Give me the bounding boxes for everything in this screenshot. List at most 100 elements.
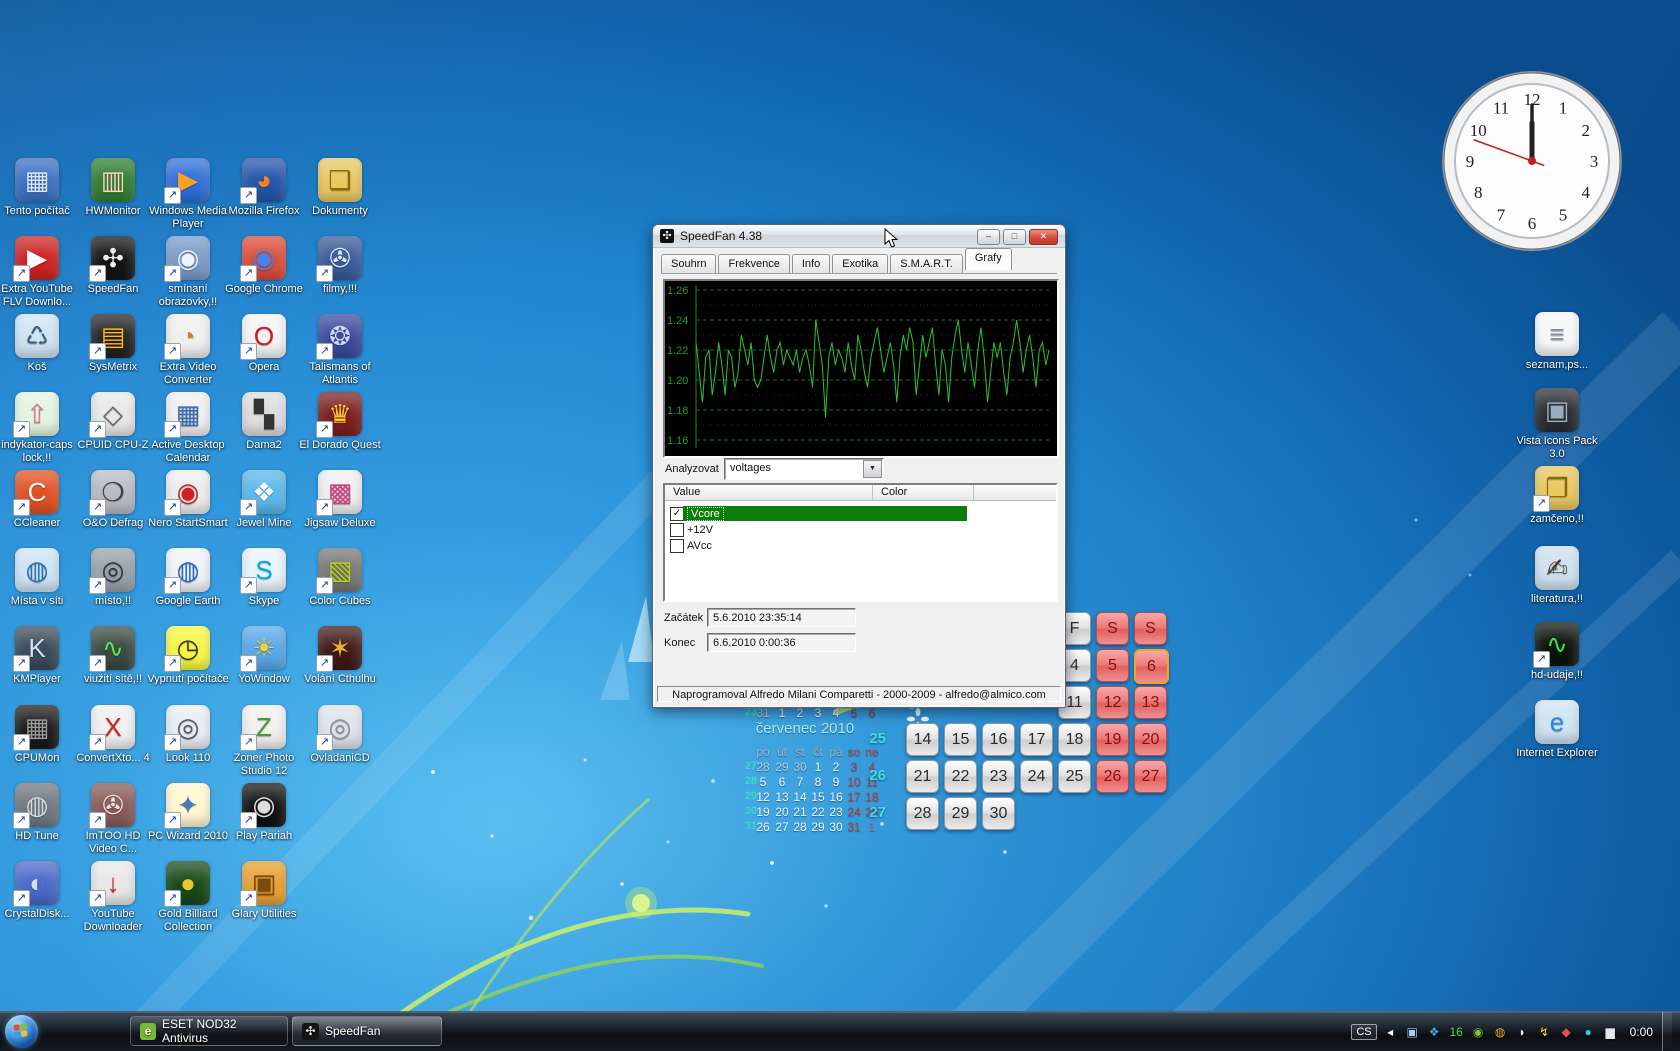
desktop-icon-look-110[interactable]: ◎↗Look 110 — [146, 705, 230, 765]
calendar-day-16[interactable]: 16 — [982, 723, 1015, 756]
desktop-icon-seznam-ps[interactable]: ≡seznam,ps... — [1515, 312, 1599, 372]
calendar-day-13[interactable]: 13 — [1134, 686, 1167, 719]
device-tray-icon[interactable]: ❖ — [1426, 1023, 1443, 1040]
desktop-icon-filmy[interactable]: ✇↗filmy,!!! — [298, 236, 382, 296]
desktop-icon-literatura[interactable]: ✍literatura,!! — [1515, 546, 1599, 606]
taskbar-button-speedfan[interactable]: ✣SpeedFan — [292, 1016, 442, 1046]
desktop-icon-hd-udaje[interactable]: ∿↗hd-udaje,!! — [1515, 622, 1599, 682]
desktop-icon-talismans-of-atlantis[interactable]: ❂↗Talismans of Atlantis — [298, 314, 382, 387]
desktop-icon-opera[interactable]: O↗Opera — [222, 314, 306, 374]
calendar-day-30[interactable]: 30 — [982, 797, 1015, 830]
desktop-icon-windows-media-player[interactable]: ▶↗Windows Media Player — [146, 158, 230, 231]
calendar-day-12[interactable]: 12 — [1096, 686, 1129, 719]
update-tray-icon[interactable]: ◍ — [1492, 1023, 1509, 1040]
tab-s-m-a-r-t[interactable]: S.M.A.R.T. — [890, 254, 963, 273]
desktop-icon-cpumon[interactable]: ▦↗CPUMon — [0, 705, 79, 765]
language-indicator[interactable]: CS — [1351, 1024, 1376, 1040]
desktop-icon-play-pariah[interactable]: ◉↗Play Pariah — [222, 783, 306, 843]
calendar-day-20[interactable]: 20 — [1134, 723, 1167, 756]
messenger-tray-icon[interactable]: ● — [1580, 1023, 1597, 1040]
calendar-day-header-s[interactable]: S — [1134, 612, 1167, 645]
column-header-color[interactable]: Color — [873, 485, 974, 501]
combobox-dropdown-icon[interactable]: ▼ — [863, 460, 882, 478]
desktop-icon-extra-youtube-flv-downlo[interactable]: ▶↗Extra YouTube FLV Downlo... — [0, 236, 79, 309]
desktop-icon-extra-video-converter[interactable]: ◔↗Extra Video Converter — [146, 314, 230, 387]
calendar-day-17[interactable]: 17 — [1020, 723, 1053, 756]
calendar-day-24[interactable]: 24 — [1020, 760, 1053, 793]
desktop-icon-vypnut-po-ta-e[interactable]: ◷↗Vypnutí počítače — [146, 626, 230, 686]
analyze-combobox[interactable]: voltages ▼ — [724, 458, 884, 480]
desktop-icon-m-sto[interactable]: ◎↗místo,!! — [71, 548, 155, 608]
start-button[interactable] — [5, 1015, 38, 1048]
desktop-icon-hd-tune[interactable]: ◍↗HD Tune — [0, 783, 79, 843]
desktop-icon-o-o-defrag[interactable]: ❍↗O&O Defrag — [71, 470, 155, 530]
speedfan-temp-tray[interactable]: 16 — [1448, 1023, 1465, 1040]
calendar-day-23[interactable]: 23 — [982, 760, 1015, 793]
desktop-icon-tento-po-ta[interactable]: ▦Tento počítač — [0, 158, 79, 218]
desktop-icon-convertxto-4[interactable]: X↗ConvertXto... 4 — [71, 705, 155, 765]
desktop-icon-el-dorado-quest[interactable]: ♛↗El Dorado Quest — [298, 392, 382, 452]
checkbox-vcore[interactable]: ✓ — [670, 507, 684, 521]
maximize-button[interactable]: □ — [1003, 229, 1026, 245]
desktop-icon-pc-wizard-2010[interactable]: ✦↗PC Wizard 2010 — [146, 783, 230, 843]
calendar-day-5[interactable]: 5 — [1096, 649, 1129, 682]
security-tray-icon[interactable]: ◆ — [1558, 1023, 1575, 1040]
desktop-icon-dama2[interactable]: ▚Dama2 — [222, 392, 306, 452]
desktop-icon-dokumenty[interactable]: ❏Dokumenty — [298, 158, 382, 218]
desktop-icon-nero-startsmart[interactable]: ◉↗Nero StartSmart — [146, 470, 230, 530]
desktop-icon-jewel-mine[interactable]: ❖↗Jewel Mine — [222, 470, 306, 530]
calendar-day-18[interactable]: 18 — [1058, 723, 1091, 756]
desktop-icon-internet-explorer[interactable]: eInternet Explorer — [1515, 700, 1599, 760]
desktop-icon-yowindow[interactable]: ☀↗YoWindow — [222, 626, 306, 686]
calendar-day-25[interactable]: 25 — [1058, 760, 1091, 793]
desktop-icon-gold-billiard-collection[interactable]: ●↗Gold Billiard Collection — [146, 861, 230, 934]
calendar-day-header-s[interactable]: S — [1096, 612, 1129, 645]
calendar-day-26[interactable]: 26 — [1096, 760, 1129, 793]
desktop-icon-vol-n-cthulhu[interactable]: ✶↗Volání Cthulhu — [298, 626, 382, 686]
power-tray-icon[interactable]: ↯ — [1536, 1023, 1553, 1040]
desktop-icon-ko[interactable]: ♺Koš — [0, 314, 79, 374]
desktop-icon-vista-icons-pack-3-0[interactable]: ▣Vista Icons Pack 3.0 — [1515, 388, 1599, 461]
calendar-day-6[interactable]: 6 — [1134, 649, 1169, 684]
tab-souhrn[interactable]: Souhrn — [661, 254, 716, 273]
desktop-icon-color-cubes[interactable]: ▧↗Color Cubes — [298, 548, 382, 608]
taskbar-clock[interactable]: 0:00 — [1630, 1025, 1653, 1039]
checkbox-avcc[interactable] — [670, 539, 684, 553]
column-header-value[interactable]: Value — [665, 485, 873, 501]
desktop-icon-kmplayer[interactable]: K↗KMPlayer — [0, 626, 79, 686]
desktop-icon-zam-eno[interactable]: ❐↗zamčeno,!! — [1515, 466, 1599, 526]
calendar-day-14[interactable]: 14 — [906, 723, 939, 756]
start-time-field[interactable]: 5.6.2010 23:35:14 — [707, 608, 856, 627]
desktop-icon-cpuid-cpu-z[interactable]: ◇↗CPUID CPU-Z — [71, 392, 155, 452]
desktop-icon-imtoo-hd-video-c[interactable]: ✇↗ImTOO HD Video C... — [71, 783, 155, 856]
minimize-button[interactable]: – — [977, 229, 1000, 245]
calendar-day-28[interactable]: 28 — [906, 797, 939, 830]
desktop-icon-google-earth[interactable]: ◍↗Google Earth — [146, 548, 230, 608]
calendar-day-22[interactable]: 22 — [944, 760, 977, 793]
desktop-icon-jigsaw-deluxe[interactable]: ▩↗Jigsaw Deluxe — [298, 470, 382, 530]
value-row-12v[interactable]: +12V — [665, 522, 1056, 538]
eset-tray-icon[interactable]: ◉ — [1470, 1023, 1487, 1040]
calendar-day-27[interactable]: 27 — [1134, 760, 1167, 793]
desktop-icon-sm-nan-obrazovky[interactable]: ◉↗smínaní obrazovky,!! — [146, 236, 230, 309]
desktop-icon-glary-utilities[interactable]: ▣↗Glary Utilities — [222, 861, 306, 921]
desktop-icon-indykator-caps-lock[interactable]: ⇧↗indykator-caps lock,!! — [0, 392, 79, 465]
desktop-icon-skype[interactable]: S↗Skype — [222, 548, 306, 608]
window-titlebar[interactable]: ✣ SpeedFan 4.38 –□✕ — [653, 225, 1065, 248]
calendar-day-19[interactable]: 19 — [1096, 723, 1129, 756]
desktop-icon-sysmetrix[interactable]: ▤↗SysMetrix — [71, 314, 155, 374]
value-row-avcc[interactable]: AVcc — [665, 538, 1056, 554]
volume-tray-icon[interactable]: ◗ — [1514, 1023, 1531, 1040]
end-time-field[interactable]: 6.6.2010 0:00:36 — [707, 633, 856, 652]
desktop-icon-crystaldisk[interactable]: ◐↗CrystalDisk... — [0, 861, 79, 921]
value-row-vcore[interactable]: ✓Vcore — [665, 506, 1056, 522]
network-tray-icon[interactable]: ▆ — [1602, 1023, 1619, 1040]
desktop-icon-m-sta-v-s-ti[interactable]: ◍Místa v síti — [0, 548, 79, 608]
tab-exotika[interactable]: Exotika — [832, 254, 888, 273]
tab-frekvence[interactable]: Frekvence — [718, 254, 789, 273]
close-button[interactable]: ✕ — [1029, 229, 1058, 245]
display-tray-icon[interactable]: ▣ — [1404, 1023, 1421, 1040]
desktop-icon-hwmonitor[interactable]: ▥HWMonitor — [71, 158, 155, 218]
desktop-icon-mozilla-firefox[interactable]: ◕↗Mozilla Firefox — [222, 158, 306, 218]
calendar-day-21[interactable]: 21 — [906, 760, 939, 793]
